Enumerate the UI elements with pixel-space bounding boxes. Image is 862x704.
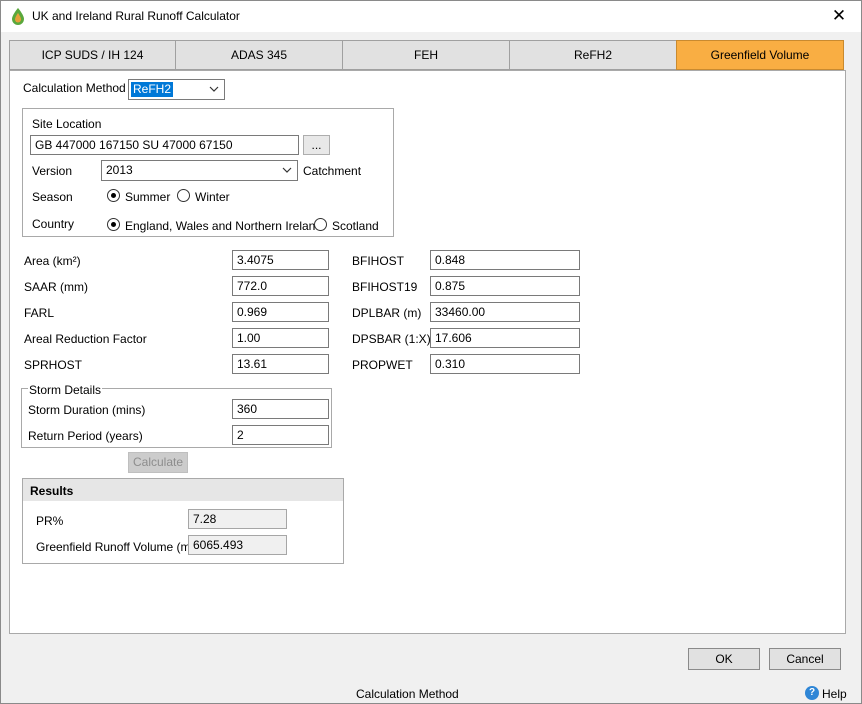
bfihost19-input[interactable]: 0.875	[430, 276, 580, 296]
saar-input[interactable]: 772.0	[232, 276, 329, 296]
dplbar-input[interactable]: 33460.00	[430, 302, 580, 322]
season-winter-radio[interactable]	[177, 189, 190, 202]
season-label: Season	[32, 190, 73, 204]
area-label: Area (km²)	[24, 254, 81, 268]
greenfield-volume-label: Greenfield Runoff Volume (m³)	[36, 540, 199, 554]
tab-content-panel: Calculation Method ReFH2 Site Location G…	[9, 70, 846, 634]
help-icon[interactable]: ?	[805, 686, 819, 700]
close-icon[interactable]: ✕	[827, 5, 851, 27]
site-location-label: Site Location	[32, 117, 102, 131]
bfihost19-label: BFIHOST19	[352, 280, 418, 294]
version-select[interactable]: 2013	[101, 160, 298, 181]
droplet-icon	[12, 8, 24, 25]
sprhost-label: SPRHOST	[24, 358, 83, 372]
country-scotland-label: Scotland	[332, 219, 379, 233]
method-tabs: ICP SUDS / IH 124 ADAS 345 FEH ReFH2 Gre…	[9, 40, 844, 70]
return-period-label: Return Period (years)	[28, 429, 143, 443]
catchment-label: Catchment	[303, 164, 362, 178]
site-location-group: Site Location GB 447000 167150 SU 47000 …	[22, 108, 394, 237]
saar-label: SAAR (mm)	[24, 280, 88, 294]
status-bar: Calculation Method	[1, 683, 861, 704]
bfihost-input[interactable]: 0.848	[430, 250, 580, 270]
tab-adas-345[interactable]: ADAS 345	[175, 40, 343, 70]
browse-location-button[interactable]: ...	[303, 135, 330, 155]
season-summer-label: Summer	[125, 190, 171, 204]
window-title: UK and Ireland Rural Runoff Calculator	[32, 9, 240, 23]
dpsbar-input[interactable]: 17.606	[430, 328, 580, 348]
propwet-label: PROPWET	[352, 358, 413, 372]
calculation-method-label: Calculation Method	[23, 81, 126, 95]
greenfield-volume-output: 6065.493	[188, 535, 287, 555]
propwet-input[interactable]: 0.310	[430, 354, 580, 374]
storm-duration-input[interactable]: 360	[232, 399, 329, 419]
tab-feh[interactable]: FEH	[342, 40, 510, 70]
return-period-input[interactable]: 2	[232, 425, 329, 445]
site-location-input[interactable]: GB 447000 167150 SU 47000 67150	[30, 135, 299, 155]
farl-label: FARL	[24, 306, 55, 320]
title-bar: UK and Ireland Rural Runoff Calculator ✕	[1, 1, 861, 32]
pr-label: PR%	[36, 514, 64, 528]
results-title: Results	[23, 479, 343, 501]
storm-details-label: Storm Details	[28, 383, 103, 397]
calculate-button[interactable]: Calculate	[128, 452, 188, 473]
results-panel: Results PR% 7.28 Greenfield Runoff Volum…	[22, 478, 344, 564]
chevron-down-icon	[209, 86, 219, 92]
storm-duration-label: Storm Duration (mins)	[28, 403, 146, 417]
chevron-down-icon	[282, 167, 292, 173]
areal-reduction-input[interactable]: 1.00	[232, 328, 329, 348]
ok-button[interactable]: OK	[688, 648, 760, 670]
bfihost-label: BFIHOST	[352, 254, 405, 268]
dpsbar-label: DPSBAR (1:X)	[352, 332, 431, 346]
tab-refh2[interactable]: ReFH2	[509, 40, 677, 70]
help-link[interactable]: Help	[822, 687, 847, 701]
country-england-radio[interactable]	[107, 218, 120, 231]
calculator-window: UK and Ireland Rural Runoff Calculator ✕…	[0, 0, 862, 704]
country-england-label: England, Wales and Northern Ireland	[125, 219, 323, 233]
storm-details-group: Storm Details Storm Duration (mins) 360 …	[21, 383, 332, 448]
pr-output: 7.28	[188, 509, 287, 529]
season-winter-label: Winter	[195, 190, 230, 204]
tab-greenfield-volume[interactable]: Greenfield Volume	[676, 40, 844, 70]
areal-reduction-label: Areal Reduction Factor	[24, 332, 147, 346]
area-input[interactable]: 3.4075	[232, 250, 329, 270]
country-label: Country	[32, 217, 75, 231]
country-scotland-radio[interactable]	[314, 218, 327, 231]
tab-icp-suds[interactable]: ICP SUDS / IH 124	[9, 40, 176, 70]
status-text: Calculation Method	[356, 687, 459, 701]
version-value: 2013	[106, 163, 133, 177]
cancel-button[interactable]: Cancel	[769, 648, 841, 670]
season-summer-radio[interactable]	[107, 189, 120, 202]
dplbar-label: DPLBAR (m)	[352, 306, 422, 320]
version-label: Version	[32, 164, 73, 178]
calculation-method-select[interactable]: ReFH2	[128, 79, 225, 100]
farl-input[interactable]: 0.969	[232, 302, 329, 322]
calculation-method-value: ReFH2	[131, 82, 174, 97]
sprhost-input[interactable]: 13.61	[232, 354, 329, 374]
